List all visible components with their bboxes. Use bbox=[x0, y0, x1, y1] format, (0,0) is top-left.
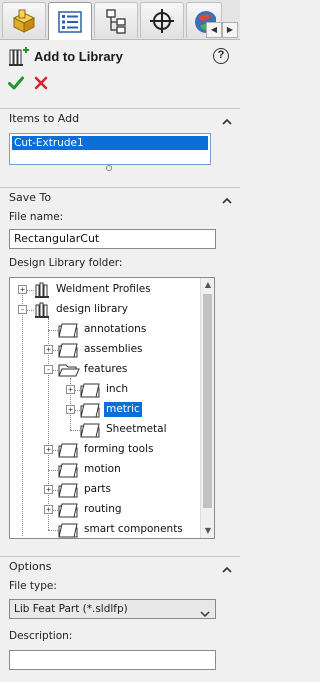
tree-node-label: assemblies bbox=[84, 343, 143, 355]
part-feature-icon bbox=[11, 8, 37, 34]
folder-icon bbox=[58, 461, 80, 482]
expand-plus-icon[interactable]: + bbox=[44, 445, 53, 454]
tree-node-metric[interactable]: + metric bbox=[10, 400, 200, 420]
property-manager-icon bbox=[57, 10, 83, 34]
tree-node-label: forming tools bbox=[84, 443, 154, 455]
file-type-label: File type: bbox=[9, 580, 57, 592]
tab-feature-manager[interactable] bbox=[2, 2, 46, 38]
tree-node-parts[interactable]: + parts bbox=[10, 480, 200, 500]
add-to-library-icon bbox=[8, 47, 30, 70]
expand-plus-icon[interactable]: + bbox=[66, 385, 75, 394]
tree-node-forming-tools[interactable]: + forming tools bbox=[10, 440, 200, 460]
collapse-minus-icon[interactable]: - bbox=[44, 365, 53, 374]
file-type-select[interactable]: Lib Feat Part (*.sldlfp) bbox=[9, 599, 216, 619]
expand-plus-icon[interactable]: + bbox=[66, 405, 75, 414]
folder-icon bbox=[58, 341, 80, 362]
tree-node-label: motion bbox=[84, 463, 121, 475]
group-title: Items to Add bbox=[9, 112, 80, 125]
design-library-folder-label: Design Library folder: bbox=[9, 257, 123, 269]
list-item[interactable]: Cut-Extrude1 bbox=[12, 136, 208, 150]
tab-scroll-right-button[interactable]: ▶ bbox=[222, 22, 238, 38]
feature-manager-tabbar: ◀ ▶ bbox=[0, 0, 240, 40]
expand-plus-icon[interactable]: + bbox=[44, 505, 53, 514]
tree-node-label: inch bbox=[106, 383, 128, 395]
expand-plus-icon[interactable]: + bbox=[44, 485, 53, 494]
tree-node-label: parts bbox=[84, 483, 112, 495]
tab-dimxpert[interactable] bbox=[140, 2, 184, 38]
tree-node-design-library[interactable]: - design library bbox=[10, 300, 200, 320]
tree-scrollbar[interactable]: ▲ ▼ bbox=[200, 278, 214, 538]
page-title: Add to Library bbox=[34, 49, 123, 64]
tree-node-assemblies[interactable]: + assemblies bbox=[10, 340, 200, 360]
collapse-minus-icon[interactable]: - bbox=[18, 305, 27, 314]
chevron-up-icon[interactable] bbox=[222, 115, 232, 128]
tab-scroll-left-button[interactable]: ◀ bbox=[206, 22, 222, 38]
scroll-up-arrow-icon[interactable]: ▲ bbox=[201, 278, 214, 292]
file-name-input[interactable]: RectangularCut bbox=[9, 229, 216, 249]
tree-node-weldment-profiles[interactable]: + Weldment Profiles bbox=[10, 280, 200, 300]
folder-icon bbox=[58, 481, 80, 502]
tree-node-sheetmetal[interactable]: Sheetmetal bbox=[10, 420, 200, 440]
description-label: Description: bbox=[9, 630, 73, 642]
file-type-value: Lib Feat Part (*.sldlfp) bbox=[14, 603, 128, 615]
tree-node-smart-components[interactable]: smart components bbox=[10, 520, 200, 538]
library-folder-icon bbox=[34, 301, 52, 322]
tree-connector-line bbox=[48, 530, 58, 531]
tree-node-label: Sheetmetal bbox=[106, 423, 167, 435]
library-folder-icon bbox=[34, 281, 52, 302]
expand-plus-icon[interactable]: + bbox=[44, 345, 53, 354]
scroll-down-arrow-icon[interactable]: ▼ bbox=[201, 524, 214, 538]
tree-node-label: Weldment Profiles bbox=[56, 283, 151, 295]
tree-node-label: routing bbox=[84, 503, 122, 515]
tree-node-label: metric bbox=[104, 402, 142, 417]
chevron-down-icon bbox=[200, 606, 210, 624]
folder-icon bbox=[58, 501, 80, 522]
group-title: Save To bbox=[9, 191, 52, 204]
tree-connector-line bbox=[48, 470, 58, 471]
tab-property-manager[interactable] bbox=[48, 2, 92, 40]
folder-icon bbox=[80, 381, 102, 402]
folder-open-icon bbox=[58, 361, 80, 382]
folder-icon bbox=[58, 441, 80, 462]
folder-icon bbox=[80, 401, 102, 422]
tree-connector-line bbox=[48, 330, 58, 331]
chevron-up-icon[interactable] bbox=[222, 194, 232, 207]
dimxpert-crosshair-icon bbox=[149, 8, 175, 34]
tree-node-label: features bbox=[84, 363, 128, 375]
tab-configuration-manager[interactable] bbox=[94, 2, 138, 38]
folder-icon bbox=[80, 421, 102, 442]
expand-plus-icon[interactable]: + bbox=[18, 285, 27, 294]
items-to-add-list[interactable]: Cut-Extrude1 bbox=[9, 133, 211, 165]
tree-node-inch[interactable]: + inch bbox=[10, 380, 200, 400]
tree-node-motion[interactable]: motion bbox=[10, 460, 200, 480]
tree-node-label: annotations bbox=[84, 323, 147, 335]
group-title: Options bbox=[9, 560, 52, 573]
configuration-manager-icon bbox=[104, 8, 128, 34]
tree-node-features[interactable]: - features bbox=[10, 360, 200, 380]
folder-icon bbox=[58, 521, 80, 538]
tree-node-annotations[interactable]: annotations bbox=[10, 320, 200, 340]
file-name-label: File name: bbox=[9, 211, 64, 223]
tree-node-label: smart components bbox=[84, 523, 183, 535]
cancel-x-icon[interactable] bbox=[34, 76, 48, 93]
ok-check-icon[interactable] bbox=[8, 76, 24, 93]
tree-connector-line bbox=[70, 430, 80, 431]
design-library-tree[interactable]: + Weldment Profiles - design library annotat… bbox=[9, 277, 215, 539]
help-icon[interactable]: ? bbox=[213, 48, 229, 64]
tree-node-label: design library bbox=[56, 303, 128, 315]
list-resize-handle[interactable] bbox=[106, 165, 112, 171]
tree-node-routing[interactable]: + routing bbox=[10, 500, 200, 520]
scroll-thumb[interactable] bbox=[203, 294, 212, 508]
chevron-up-icon[interactable] bbox=[222, 563, 232, 576]
description-input[interactable] bbox=[9, 650, 216, 670]
folder-icon bbox=[58, 321, 80, 342]
